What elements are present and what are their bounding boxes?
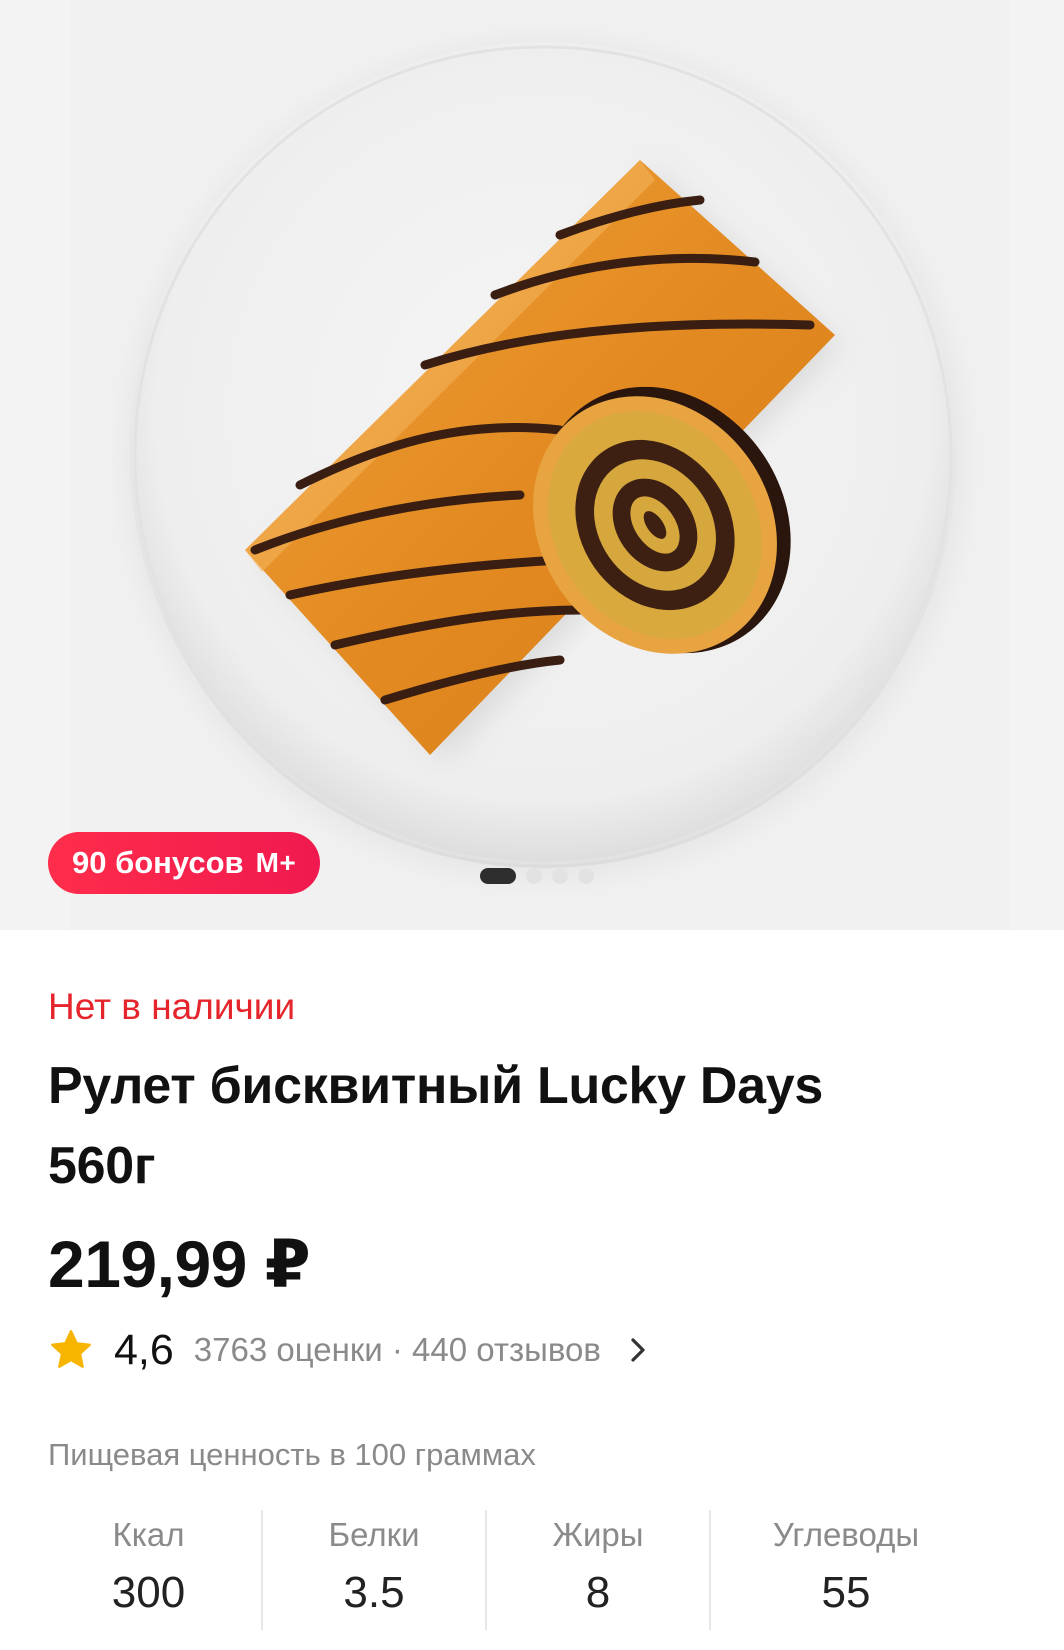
rating-meta: 3763 оценки · 440 отзывов — [193, 1331, 601, 1368]
nutrition-kcal: Ккал 300 — [36, 1510, 261, 1630]
stock-status: Нет в наличии — [48, 986, 296, 1027]
nutrition-value: 300 — [111, 1568, 186, 1617]
rating-value: 4,6 — [114, 1325, 174, 1374]
nutrition-label: Углеводы — [772, 1516, 920, 1553]
carousel-dot[interactable] — [552, 868, 568, 884]
product-photo — [0, 0, 1064, 930]
bonus-brand-logo: M+ — [255, 847, 297, 878]
nutrition-fat: Жиры 8 — [487, 1510, 709, 1630]
bonus-badge[interactable]: 90 бонусов M+ — [48, 832, 321, 894]
carousel-dot[interactable] — [526, 868, 542, 884]
chevron-right-icon[interactable] — [623, 1335, 653, 1365]
nutrition-label: Белки — [328, 1516, 420, 1553]
nutrition-grid: Ккал 300 Белки 3.5 Жиры 8 Углеводы 55 — [36, 1510, 1016, 1630]
rating-row[interactable]: 4,6 3763 оценки · 440 отзывов — [48, 1325, 1016, 1375]
carousel-indicator — [480, 868, 594, 884]
carousel-dot-active[interactable] — [480, 868, 516, 884]
product-price: 219,99 ₽ — [48, 1227, 311, 1301]
product-info: Нет в наличии Рулет бисквитный Lucky Day… — [48, 960, 1016, 1473]
nutrition-label: Ккал — [112, 1516, 185, 1553]
star-icon — [51, 1330, 91, 1368]
nutrition-carbs: Углеводы 55 — [711, 1510, 981, 1630]
product-image-carousel[interactable]: 90 бонусов M+ — [0, 0, 1064, 930]
product-title-line1: Рулет бисквитный Lucky Days — [48, 1057, 824, 1115]
product-title-line2: 560г — [48, 1137, 156, 1195]
nutrition-value: 8 — [585, 1568, 611, 1617]
bonus-amount: 90 бонусов — [72, 845, 244, 880]
nutrition-protein: Белки 3.5 — [263, 1510, 485, 1630]
nutrition-value: 55 — [821, 1568, 871, 1617]
nutrition-label: Жиры — [552, 1516, 644, 1553]
carousel-dot[interactable] — [578, 868, 594, 884]
product-title: Рулет бисквитный Lucky Days 560г — [48, 1046, 1016, 1206]
nutrition-value: 3.5 — [343, 1568, 405, 1617]
nutrition-title: Пищевая ценность в 100 граммах — [48, 1437, 536, 1472]
